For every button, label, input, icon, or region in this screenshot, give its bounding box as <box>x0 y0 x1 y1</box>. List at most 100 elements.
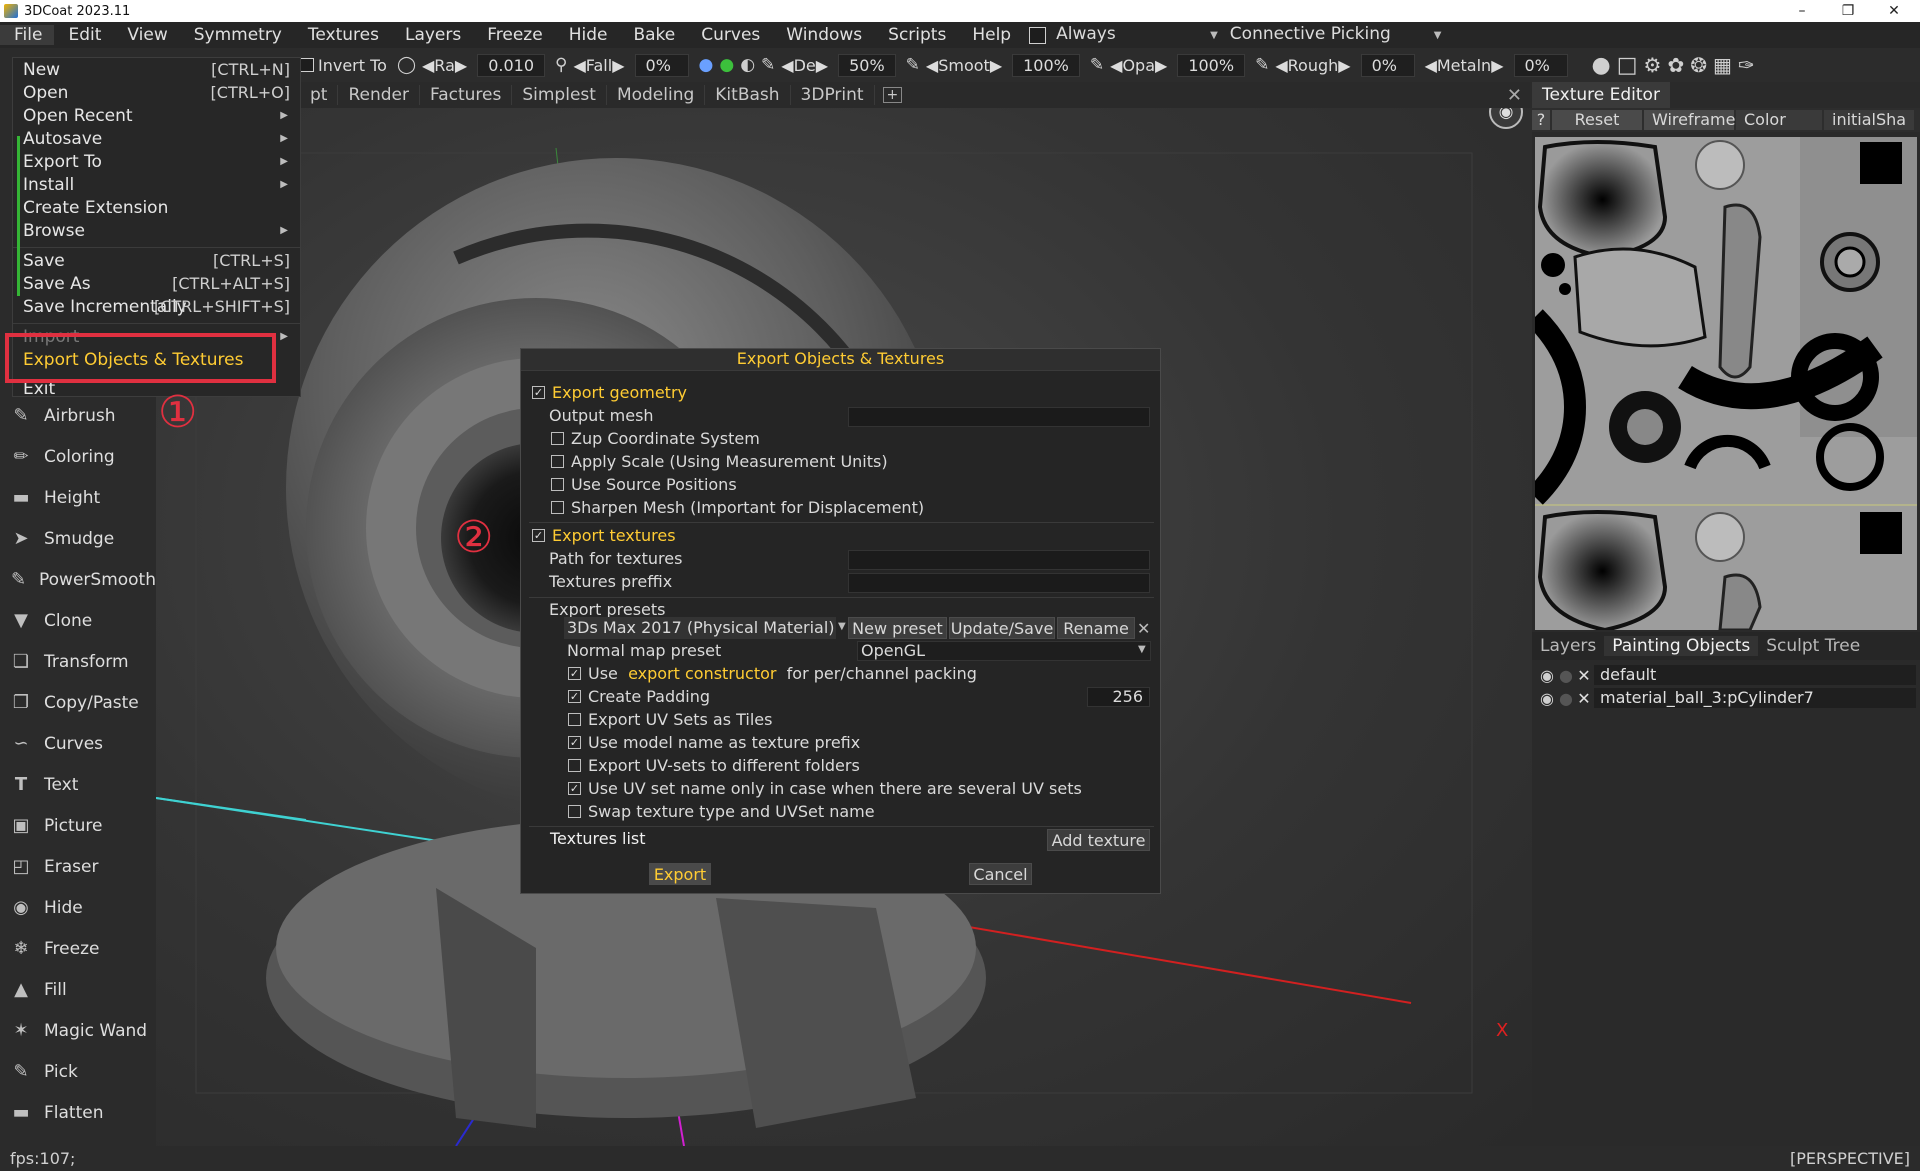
source-positions-checkbox[interactable] <box>551 478 564 491</box>
tool-fill[interactable]: ▲ Fill <box>0 969 156 1010</box>
uv-tiles-checkbox[interactable] <box>568 713 581 726</box>
pencil-icon[interactable]: ✎ <box>906 55 920 75</box>
shader-dropdown[interactable]: initialSha <box>1824 110 1914 130</box>
normal-map-dropdown[interactable]: OpenGL <box>857 641 1151 661</box>
pen-icon[interactable]: ✑ <box>1738 53 1755 77</box>
spiral-icon[interactable]: ❂ <box>1690 53 1707 77</box>
brush-icon[interactable]: ✿ <box>1667 53 1684 77</box>
menu-browse[interactable]: Browse ▶ <box>13 219 300 242</box>
tool-text[interactable]: T Text <box>0 764 156 805</box>
metalness-value[interactable]: 0% <box>1513 53 1568 77</box>
uv-set-name-checkbox[interactable]: ✓ <box>568 782 581 795</box>
delete-preset-icon[interactable]: ✕ <box>1137 619 1150 638</box>
checker-icon[interactable]: ▦ <box>1713 53 1732 77</box>
uv-tiles-option[interactable]: Export UV Sets as Tiles <box>568 708 772 731</box>
uv-folders-checkbox[interactable] <box>568 759 581 772</box>
list-item[interactable]: ◉ ● ✕ default <box>1536 664 1916 686</box>
always-toggle[interactable]: Always ▼ <box>1029 24 1218 46</box>
roughness-label[interactable]: ◀ Rough ▶ <box>1275 56 1350 75</box>
depth-value[interactable]: 50% <box>838 53 896 77</box>
opacity-label[interactable]: ◀ Opa ▶ <box>1110 56 1167 75</box>
export-textures-checkbox[interactable]: ✓ <box>532 529 545 542</box>
tab-factures[interactable]: Factures <box>420 85 513 105</box>
path-field[interactable] <box>848 550 1150 570</box>
apply-scale-checkbox[interactable] <box>551 455 564 468</box>
color-mode-dropdown[interactable]: Color <box>1736 110 1822 130</box>
pencil-icon[interactable]: ✎ <box>761 55 775 75</box>
menu-curves[interactable]: Curves <box>687 25 772 45</box>
constructor-option[interactable]: ✓ Use export constructor for per/channel… <box>568 662 977 685</box>
model-name-prefix-option[interactable]: ✓ Use model name as texture prefix <box>568 731 860 754</box>
menu-windows[interactable]: Windows <box>772 25 874 45</box>
tool-pick[interactable]: ✎ Pick <box>0 1051 156 1092</box>
radius-value[interactable]: 0.010 <box>477 53 545 77</box>
menu-save-incrementally[interactable]: Save Incrementally [CTRL+SHIFT+S] <box>13 295 300 318</box>
wireframe-button[interactable]: Wireframe <box>1644 110 1735 130</box>
menu-layers[interactable]: Layers <box>391 25 473 45</box>
close-window-button[interactable]: ✕ <box>1872 0 1916 22</box>
sphere-shading-icon[interactable]: ● <box>1592 53 1611 78</box>
tab-modeling[interactable]: Modeling <box>607 85 706 105</box>
invert-toggle[interactable]: Invert To <box>300 56 387 75</box>
eye-icon[interactable]: ◉ <box>1536 689 1558 708</box>
lock-icon[interactable]: ● <box>1558 689 1574 708</box>
add-texture-button[interactable]: Add texture <box>1047 829 1150 851</box>
menu-bake[interactable]: Bake <box>619 25 687 45</box>
metalness-label[interactable]: ◀ Metaln ▶ <box>1425 56 1504 75</box>
material-icon[interactable]: ◐ <box>740 55 755 75</box>
menu-install[interactable]: Install ▶ <box>13 173 300 196</box>
radius-label[interactable]: ◀ Ra ▶ <box>422 56 467 75</box>
menu-symmetry[interactable]: Symmetry <box>180 25 294 45</box>
sharpen-mesh-checkbox[interactable] <box>551 501 564 514</box>
menu-save[interactable]: Save [CTRL+S] <box>13 249 300 272</box>
tool-freeze[interactable]: ❄ Freeze <box>0 928 156 969</box>
tool-coloring[interactable]: ✏ Coloring <box>0 436 156 477</box>
lock-icon[interactable]: ● <box>1558 666 1574 685</box>
tab-3dprint[interactable]: 3DPrint <box>791 85 875 105</box>
padding-checkbox[interactable]: ✓ <box>568 690 581 703</box>
export-geometry-checkbox[interactable]: ✓ <box>532 386 545 399</box>
tool-hide[interactable]: ◉ Hide <box>0 887 156 928</box>
eye-icon[interactable]: ◉ <box>1536 666 1558 685</box>
green-sphere-icon[interactable]: ● <box>719 55 734 75</box>
model-name-prefix-checkbox[interactable]: ✓ <box>568 736 581 749</box>
uv-folders-option[interactable]: Export UV-sets to different folders <box>568 754 860 777</box>
picking-dropdown[interactable]: Connective Picking <box>1223 24 1434 46</box>
tab-layers[interactable]: Layers <box>1532 636 1604 656</box>
menu-open-recent[interactable]: Open Recent ▶ <box>13 104 300 127</box>
tool-height[interactable]: ▬ Height <box>0 477 156 518</box>
menu-create-extension[interactable]: Create Extension <box>13 196 300 219</box>
menu-file[interactable]: File <box>0 25 55 45</box>
close-icon[interactable]: ✕ <box>1574 666 1594 685</box>
minimize-button[interactable]: – <box>1780 0 1824 22</box>
tab-paint[interactable]: pt <box>300 85 339 105</box>
menu-hide[interactable]: Hide <box>555 25 620 45</box>
menu-open[interactable]: Open [CTRL+O] <box>13 81 300 104</box>
constructor-checkbox[interactable]: ✓ <box>568 667 581 680</box>
opacity-value[interactable]: 100% <box>1177 53 1246 77</box>
prefix-field[interactable] <box>848 573 1150 593</box>
falloff-label[interactable]: ◀ Fall ▶ <box>573 56 624 75</box>
tool-powersmooth[interactable]: ✎ PowerSmooth <box>0 559 156 600</box>
padding-value-field[interactable]: 256 <box>1087 687 1150 707</box>
tab-kitbash[interactable]: KitBash <box>705 85 791 105</box>
export-textures-option[interactable]: ✓ Export textures <box>532 524 676 547</box>
tool-flatten[interactable]: ▬ Flatten <box>0 1092 156 1133</box>
add-tab-icon[interactable]: + <box>882 87 903 103</box>
tool-picture[interactable]: ▣ Picture <box>0 805 156 846</box>
menu-scripts[interactable]: Scripts <box>874 25 958 45</box>
close-icon[interactable]: ✕ <box>1574 689 1594 708</box>
menu-view[interactable]: View <box>113 25 179 45</box>
menu-new[interactable]: New [CTRL+N] <box>13 58 300 81</box>
tool-curves[interactable]: ∽ Curves <box>0 723 156 764</box>
tool-copy-paste[interactable]: ❐ Copy/Paste <box>0 682 156 723</box>
rename-button[interactable]: Rename <box>1057 617 1135 639</box>
tab-simplest[interactable]: Simplest <box>512 85 607 105</box>
padding-option[interactable]: ✓ Create Padding <box>568 685 710 708</box>
tool-magic-wand[interactable]: ✶ Magic Wand <box>0 1010 156 1051</box>
sphere-icon[interactable]: ● <box>699 55 714 75</box>
pencil-icon[interactable]: ✎ <box>1090 55 1104 75</box>
apply-scale-option[interactable]: Apply Scale (Using Measurement Units) <box>551 450 888 473</box>
list-item[interactable]: ◉ ● ✕ material_ball_3:pCylinder7 <box>1536 687 1916 709</box>
preset-dropdown[interactable]: 3Ds Max 2017 (Physical Material) <box>564 617 836 639</box>
